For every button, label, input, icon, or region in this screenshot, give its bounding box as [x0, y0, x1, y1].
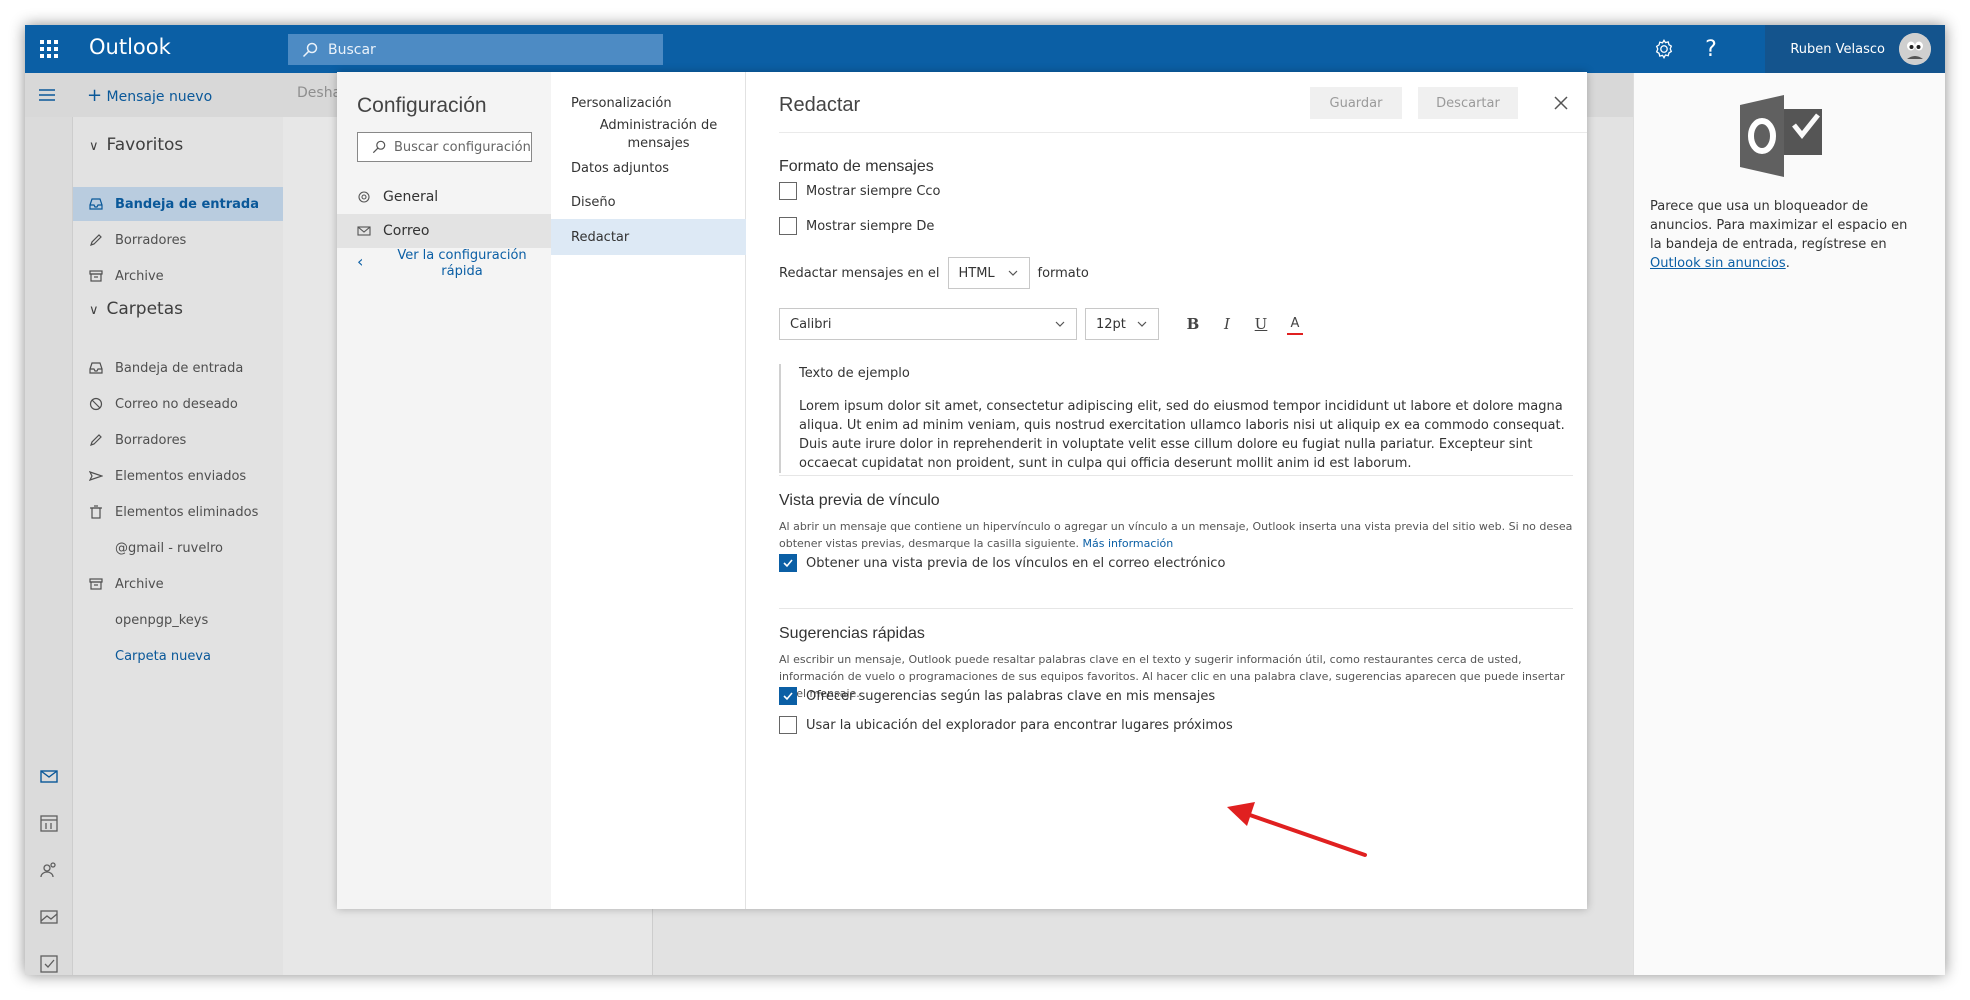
settings-button[interactable]: [1652, 37, 1676, 61]
subnav-layout[interactable]: Diseño: [551, 185, 746, 219]
always-bcc-checkbox[interactable]: Mostrar siempre Cco: [779, 182, 941, 200]
font-name-value: Calibri: [790, 316, 832, 332]
compose-format-value: HTML: [958, 265, 995, 281]
search-input[interactable]: Buscar: [288, 34, 663, 65]
message-format-heading: Formato de mensajes: [779, 158, 934, 175]
compose-title: Redactar: [779, 94, 861, 116]
always-from-label: Mostrar siempre De: [806, 218, 935, 234]
settings-search-placeholder: Buscar configuración: [394, 139, 531, 155]
settings-nav-general[interactable]: General: [337, 180, 551, 214]
underline-button[interactable]: U: [1247, 310, 1275, 338]
link-preview-heading: Vista previa de vínculo: [779, 492, 940, 509]
always-bcc-label: Mostrar siempre Cco: [806, 183, 941, 199]
chevron-down-icon: [1008, 270, 1017, 276]
link-preview-checkbox[interactable]: Obtener una vista previa de los vínculos…: [779, 554, 1225, 572]
ad-message: Parece que usa un bloqueador de anuncios…: [1650, 197, 1922, 273]
link-preview-desc-text: Al abrir un mensaje que contiene un hipe…: [779, 520, 1573, 550]
divider: [779, 132, 1587, 133]
compose-format-prefix: Redactar mensajes en el: [779, 265, 940, 281]
mail-icon: [357, 226, 371, 236]
browser-location-checkbox[interactable]: Usar la ubicación del explorador para en…: [779, 716, 1233, 734]
settings-nav: Configuración Buscar configuración... Ge…: [337, 72, 551, 909]
ad-text-end: .: [1785, 256, 1790, 271]
link-preview-label: Obtener una vista previa de los vínculos…: [806, 555, 1226, 571]
settings-nav-label: Correo: [383, 223, 430, 239]
subnav-attachments[interactable]: Datos adjuntos: [551, 157, 746, 179]
checkmark-icon: [783, 559, 793, 568]
top-bar: Outlook Buscar ? Ruben Velasco: [25, 25, 1945, 73]
settings-search-input[interactable]: Buscar configuración...: [357, 132, 532, 162]
font-color-button[interactable]: A: [1287, 313, 1303, 335]
subnav-compose[interactable]: Redactar: [551, 219, 746, 255]
always-from-checkbox[interactable]: Mostrar siempre De: [779, 217, 934, 235]
waffle-icon: [40, 40, 58, 58]
checkbox-box[interactable]: [779, 182, 797, 200]
settings-dialog: Configuración Buscar configuración... Ge…: [337, 72, 1587, 909]
gear-icon: [1655, 39, 1673, 59]
compose-format-select[interactable]: HTML: [947, 257, 1030, 289]
compose-format-row: Redactar mensajes en el HTML formato: [779, 257, 1089, 289]
settings-nav-mail[interactable]: Correo: [337, 214, 551, 248]
outlook-logo-icon: [1740, 95, 1822, 177]
keyword-suggestions-checkbox[interactable]: Ofrecer sugerencias según las palabras c…: [779, 687, 1215, 705]
ad-pane: Parece que usa un bloqueador de anuncios…: [1633, 73, 1945, 975]
italic-button[interactable]: I: [1213, 310, 1241, 338]
mail-subnav: Personalización Administración de mensaj…: [551, 72, 746, 909]
compose-settings: Redactar Guardar Descartar Formato de me…: [746, 72, 1587, 909]
quick-settings-label: Ver la configuración rápida: [397, 248, 527, 279]
discard-button[interactable]: Descartar: [1418, 87, 1518, 119]
ad-text: Parece que usa un bloqueador de anuncios…: [1650, 199, 1908, 252]
quick-settings-link[interactable]: ‹ Ver la configuración rápida: [357, 248, 547, 280]
bold-button[interactable]: B: [1179, 310, 1207, 338]
checkbox-box-checked[interactable]: [779, 554, 797, 572]
checkbox-box-checked[interactable]: [779, 687, 797, 705]
question-icon: ?: [1705, 36, 1717, 62]
font-name-select[interactable]: Calibri: [779, 308, 1077, 340]
keyword-suggestions-label: Ofrecer sugerencias según las palabras c…: [806, 688, 1216, 704]
app-launcher-button[interactable]: [25, 25, 73, 73]
subnav-message-management[interactable]: Administración de mensajes: [551, 116, 746, 154]
help-button[interactable]: ?: [1699, 36, 1723, 62]
checkmark-icon: [783, 692, 793, 701]
close-icon[interactable]: [1550, 92, 1572, 114]
sample-heading: Texto de ejemplo: [799, 366, 910, 381]
sample-text-preview: Texto de ejemplo Lorem ipsum dolor sit a…: [779, 364, 1573, 473]
save-button[interactable]: Guardar: [1310, 87, 1402, 119]
chevron-down-icon: [1137, 321, 1147, 327]
user-name: Ruben Velasco: [1790, 41, 1885, 57]
search-icon: [372, 140, 386, 154]
ellipsis: ...: [531, 140, 532, 155]
checkbox-box[interactable]: [779, 716, 797, 734]
browser-location-label: Usar la ubicación del explorador para en…: [806, 717, 1233, 733]
settings-nav-label: General: [383, 189, 439, 205]
font-size-value: 12pt: [1096, 316, 1126, 332]
compose-format-suffix: formato: [1037, 265, 1089, 281]
avatar: [1899, 33, 1931, 65]
search-placeholder: Buscar: [328, 41, 376, 58]
divider: [779, 475, 1573, 476]
divider: [779, 608, 1573, 609]
user-account-button[interactable]: Ruben Velasco: [1765, 25, 1945, 73]
chevron-down-icon: [1055, 321, 1065, 327]
quick-suggestions-heading: Sugerencias rápidas: [779, 625, 925, 642]
sample-body: Lorem ipsum dolor sit amet, consectetur …: [799, 399, 1565, 471]
app-name[interactable]: Outlook: [89, 35, 171, 59]
ad-free-link[interactable]: Outlook sin anuncios: [1650, 256, 1786, 271]
font-toolbar: Calibri 12pt B I U A: [779, 308, 1303, 340]
more-info-link[interactable]: Más información: [1083, 537, 1174, 550]
browser-frame: Outlook Buscar ? Ruben Velasco + Mensaje…: [25, 25, 1945, 975]
font-size-select[interactable]: 12pt: [1085, 308, 1159, 340]
annotation-arrow-icon: [1227, 802, 1367, 857]
link-preview-description: Al abrir un mensaje que contiene un hipe…: [779, 518, 1573, 552]
search-icon: [302, 42, 318, 57]
checkbox-box[interactable]: [779, 217, 797, 235]
subnav-personalization[interactable]: Personalización: [551, 92, 746, 114]
gear-icon: [358, 191, 370, 203]
chevron-left-icon: ‹: [357, 252, 364, 271]
settings-title: Configuración: [357, 94, 487, 117]
